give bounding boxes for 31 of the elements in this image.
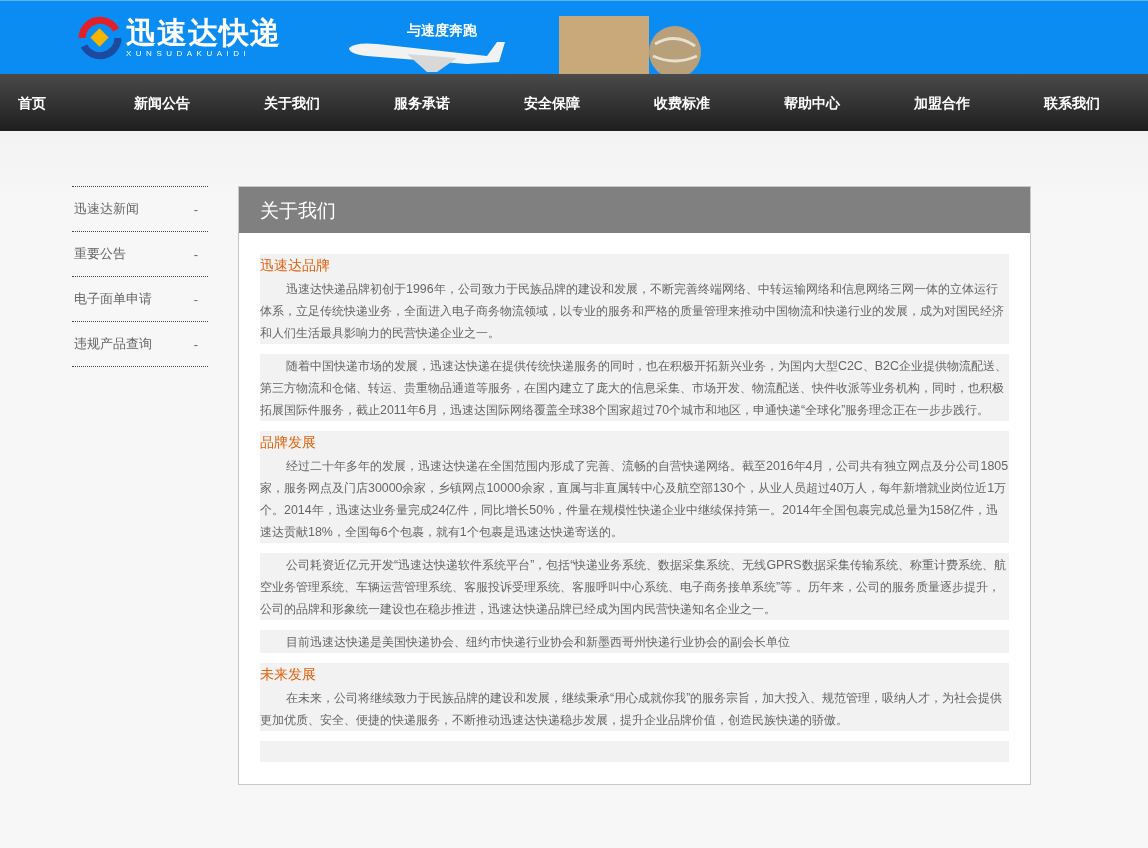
paragraph: 经过二十年多年的发展，迅速达快递在全国范围内形成了完善、流畅的自营快递网络。截至2016年4月，公司共有独立网点及分公司1805家，服务网点及门店30000余家，乡镇网点10000余家，直属与非直属转中心及航空部130个，从业人员超过40万人，每年新增就业岗位近1万个。2014年，迅速达业务量完成24亿件，同比增长50%，件量在规模性快递企业中继续保持第一。2014年全国包裹完成总量为158亿件，迅速达贡献18%，全国每6个包裹，就有1个包裹是迅速达快递寄送的。 (260, 454, 1009, 543)
dash-marker: - (193, 291, 198, 307)
paragraph: 在未来，公司将继续致力于民族品牌的建设和发展，继续秉承“用心成就你我”的服务宗旨，加大投入、规范管理，吸纳人才，为社会提供更加优质、安全、便捷的快递服务，不断推动迅速达快递稳步发展，提升企业品牌价值，创造民族快递的骄傲。 (260, 686, 1009, 731)
dash-marker: - (193, 201, 198, 217)
logo-subtext: XUNSUDAKUAIDI (126, 48, 252, 59)
nav-link[interactable]: 加盟合作 (914, 92, 970, 113)
sidebar-item[interactable]: 迅速达新闻 - (72, 187, 208, 232)
slogan: 与速度奔跑 (407, 22, 477, 40)
panel-title: 关于我们 (239, 187, 1030, 233)
nav-link[interactable]: 服务承诺 (394, 92, 450, 113)
paragraph: 目前迅速达快递是美国快递协会、纽约市快递行业协会和新墨西哥州快递行业协会的副会长单位 (260, 630, 1009, 653)
section-heading: 未来发展 (260, 663, 1009, 686)
paragraph: 公司耗资近亿元开发“迅速达快递软件系统平台”，包括“快递业务系统、数据采集系统、无线GPRS数据采集传输系统、称重计费系统、航空业务管理系统、车辆运营管理系统、客服投诉受理系统、客服呼叫中心系统、电子商务接单系统”等 。历年来，公司的服务质量逐步提升，公司的品牌和形象统一建设也在稳步推进，迅速达快递品牌已经成为国内民营快递知名企业之一。 (260, 553, 1009, 620)
nav-link[interactable]: 首页 (18, 92, 46, 113)
dash-marker: - (193, 246, 198, 262)
sidebar-item[interactable]: 违规产品查询 - (72, 322, 208, 367)
section-heading: 迅速达品牌 (260, 254, 1009, 277)
paragraph: 迅速达快递品牌初创于1996年，公司致力于民族品牌的建设和发展，不断完善终端网络、中转运输网络和信息网络三网一体的立体运行体系，立足传统快递业务，全面进入电子商务物流领域，以专业的服务和严格的质量管理来推动中国物流和快递行业的发展，成为对国民经济和人们生活最具影响力的民营快递企业之一。 (260, 277, 1009, 344)
logo-text: 迅速达快递 (126, 16, 281, 49)
nav-link[interactable]: 新闻公告 (134, 92, 190, 113)
nav-link[interactable]: 安全保障 (524, 92, 580, 113)
section-heading: 品牌发展 (260, 431, 1009, 454)
nav-link[interactable]: 帮助中心 (784, 92, 840, 113)
logo-icon (78, 15, 122, 60)
dash-marker: - (193, 336, 198, 352)
nav-link[interactable]: 联系我们 (1044, 92, 1100, 113)
sidebar-item[interactable]: 重要公告 - (72, 232, 208, 277)
nav-link[interactable]: 关于我们 (264, 92, 320, 113)
sidebar-item[interactable]: 电子面单申请 - (72, 277, 208, 322)
paragraph: 随着中国快递市场的发展，迅速达快递在提供传统快递服务的同时，也在积极开拓新兴业务，为国内大型C2C、B2C企业提供物流配送、第三方物流和仓储、转运、贵重物品通道等服务，在国内建立了庞大的信息采集、市场开发、物流配送、快件收派等业务机构，同时，也积极拓展国际件服务，截止2011年6月，迅速达国际网络覆盖全球38个国家超过70个城市和地区，申通快递“全球化”服务理念正在一步步践行。 (260, 354, 1009, 421)
nav-link[interactable]: 收费标准 (654, 92, 710, 113)
